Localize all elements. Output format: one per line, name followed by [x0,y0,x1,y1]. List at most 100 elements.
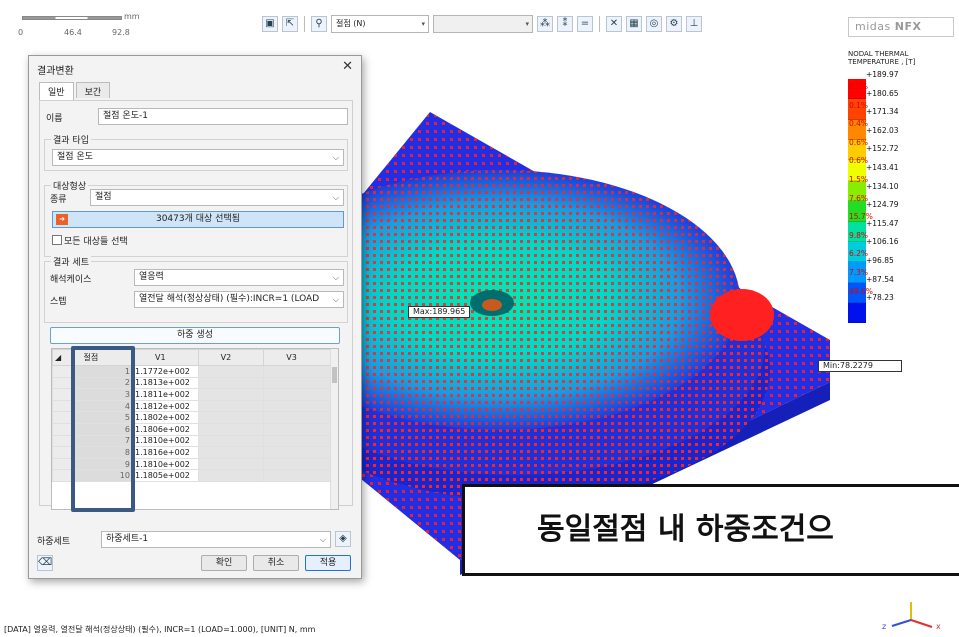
selection-mode-select[interactable]: 절점 (N) ▾ [331,15,429,33]
v2-cell[interactable] [197,399,265,413]
step-label: 스텝 [50,297,67,307]
row-header-cell[interactable] [52,365,74,378]
v2-cell[interactable] [197,434,265,448]
element-tools-icon[interactable]: ⁑ [557,16,573,32]
legend-percent: 1.5% [849,175,869,184]
eraser-icon[interactable]: ⌫ [37,555,53,571]
v2-cell[interactable] [197,388,265,401]
v3-cell[interactable] [263,434,332,448]
v3-cell[interactable] [263,376,332,390]
legend-percent: 7.6% [849,193,869,203]
v1-cell[interactable]: 1.1810e+002 [131,434,199,448]
tab-interpolation[interactable]: 보간 [75,82,111,98]
v1-cell[interactable]: 1.1806e+002 [131,422,199,436]
v1-cell[interactable]: 1.1816e+002 [131,446,199,459]
legend-title-line2: TEMPERATURE , [T] [848,58,916,66]
row-header-cell[interactable] [52,411,74,424]
analysis-case-label: 해석케이스 [50,275,92,285]
display-icon[interactable]: ▦ [626,16,642,32]
v2-cell[interactable] [197,365,265,378]
col-header-v2[interactable]: V2 [197,349,265,366]
row-header-cell[interactable] [52,388,74,401]
toolbar-separator [599,16,600,32]
row-header-cell[interactable] [52,434,74,448]
chevron-down-icon: ⌵ [332,273,339,282]
settings-icon[interactable]: ⚙ [666,16,682,32]
corner-cell[interactable]: ◢ [52,349,74,366]
target-group-title: 대상형상 [51,179,89,192]
v1-cell[interactable]: 1.1811e+002 [131,388,199,401]
pin-icon[interactable]: ⊥ [686,16,702,32]
all-targets-checkbox[interactable] [52,235,62,245]
target-select-button[interactable]: ➜ 30473개 대상 선택됨 [52,211,344,228]
v2-cell[interactable] [197,411,265,424]
v1-cell[interactable]: 1.1802e+002 [131,411,199,424]
legend-percent: 49.6% [849,286,873,296]
legend-percent: 0.6% [849,156,869,166]
v2-cell[interactable] [197,457,265,471]
v1-cell[interactable]: 1.1810e+002 [131,457,199,471]
cursor-select-icon[interactable]: ⇱ [282,16,298,32]
v3-cell[interactable] [263,457,332,471]
legend-color-band [848,302,866,324]
cross-select-icon[interactable]: ✕ [606,16,622,32]
view-toolbar: ▣ ⇱ ⚲ 절점 (N) ▾ ▾ ⁂ ⁑ = ✕ ▦ ◎ ⚙ ⊥ [262,14,702,34]
v3-cell[interactable] [263,411,332,424]
loadset-label: 하중세트 [37,537,71,547]
kind-select[interactable]: 절점 ⌵ [90,189,344,206]
row-header-cell[interactable] [52,399,74,413]
ok-button[interactable]: 확인 [201,555,247,571]
filter-icon[interactable]: ⚲ [311,16,327,32]
step-select[interactable]: 열전달 해석(정상상태) (필수):INCR=1 (LOAD ⌵ [134,291,344,308]
v3-cell[interactable] [263,388,332,401]
node-tools-icon[interactable]: ⁂ [537,16,553,32]
ruler-bar [22,16,122,20]
selection-mode-value: 절점 (N) [336,19,366,28]
result-type-select[interactable]: 절점 온도 ⌵ [52,149,344,166]
row-header-cell[interactable] [52,422,74,436]
analysis-case-select[interactable]: 열응력 ⌵ [134,269,344,286]
target-icon[interactable]: ◎ [646,16,662,32]
v1-cell[interactable]: 1.1813e+002 [131,376,199,390]
generate-load-button[interactable]: 하중 생성 [50,327,340,344]
scrollbar-thumb[interactable] [332,367,337,383]
select-box-icon[interactable]: ▣ [262,16,278,32]
row-header-cell[interactable] [52,457,74,471]
cancel-button[interactable]: 취소 [253,555,299,571]
name-input[interactable]: 절점 온도-1 [98,108,348,125]
table-scrollbar[interactable] [330,349,338,509]
v3-cell[interactable] [263,446,332,459]
all-targets-label: 모든 대상들 선택 [64,237,128,247]
result-type-group-title: 결과 타입 [51,133,91,146]
v1-cell[interactable]: 1.1772e+002 [131,365,199,378]
v2-cell[interactable] [197,469,265,482]
v3-cell[interactable] [263,469,332,482]
legend-percent: 6.2% [849,249,869,259]
equal-icon[interactable]: = [577,16,593,32]
v1-cell[interactable]: 1.1812e+002 [131,399,199,413]
legend-percent: 0.1% [849,100,869,110]
apply-button[interactable]: 적용 [305,555,351,571]
svg-text:z: z [882,622,886,630]
legend-value: +106.16 [866,237,899,247]
tab-general[interactable]: 일반 [39,82,74,100]
name-label: 이름 [46,114,63,124]
loadset-stack-icon[interactable]: ◈ [335,531,351,547]
v3-cell[interactable] [263,399,332,413]
row-header-cell[interactable] [52,376,74,390]
row-header-cell[interactable] [52,469,74,482]
brand-name: midas [855,20,891,33]
legend-value: +171.34 [866,107,899,117]
col-header-v1[interactable]: V1 [131,349,199,366]
secondary-select[interactable]: ▾ [433,15,533,33]
loadset-select[interactable]: 하중세트-1 ⌵ [101,531,331,548]
v2-cell[interactable] [197,446,265,459]
v3-cell[interactable] [263,422,332,436]
v3-cell[interactable] [263,365,332,378]
v2-cell[interactable] [197,376,265,390]
v2-cell[interactable] [197,422,265,436]
col-header-v3[interactable]: V3 [263,349,332,366]
close-icon[interactable]: ✕ [342,59,353,74]
v1-cell[interactable]: 1.1805e+002 [131,469,199,482]
row-header-cell[interactable] [52,446,74,459]
